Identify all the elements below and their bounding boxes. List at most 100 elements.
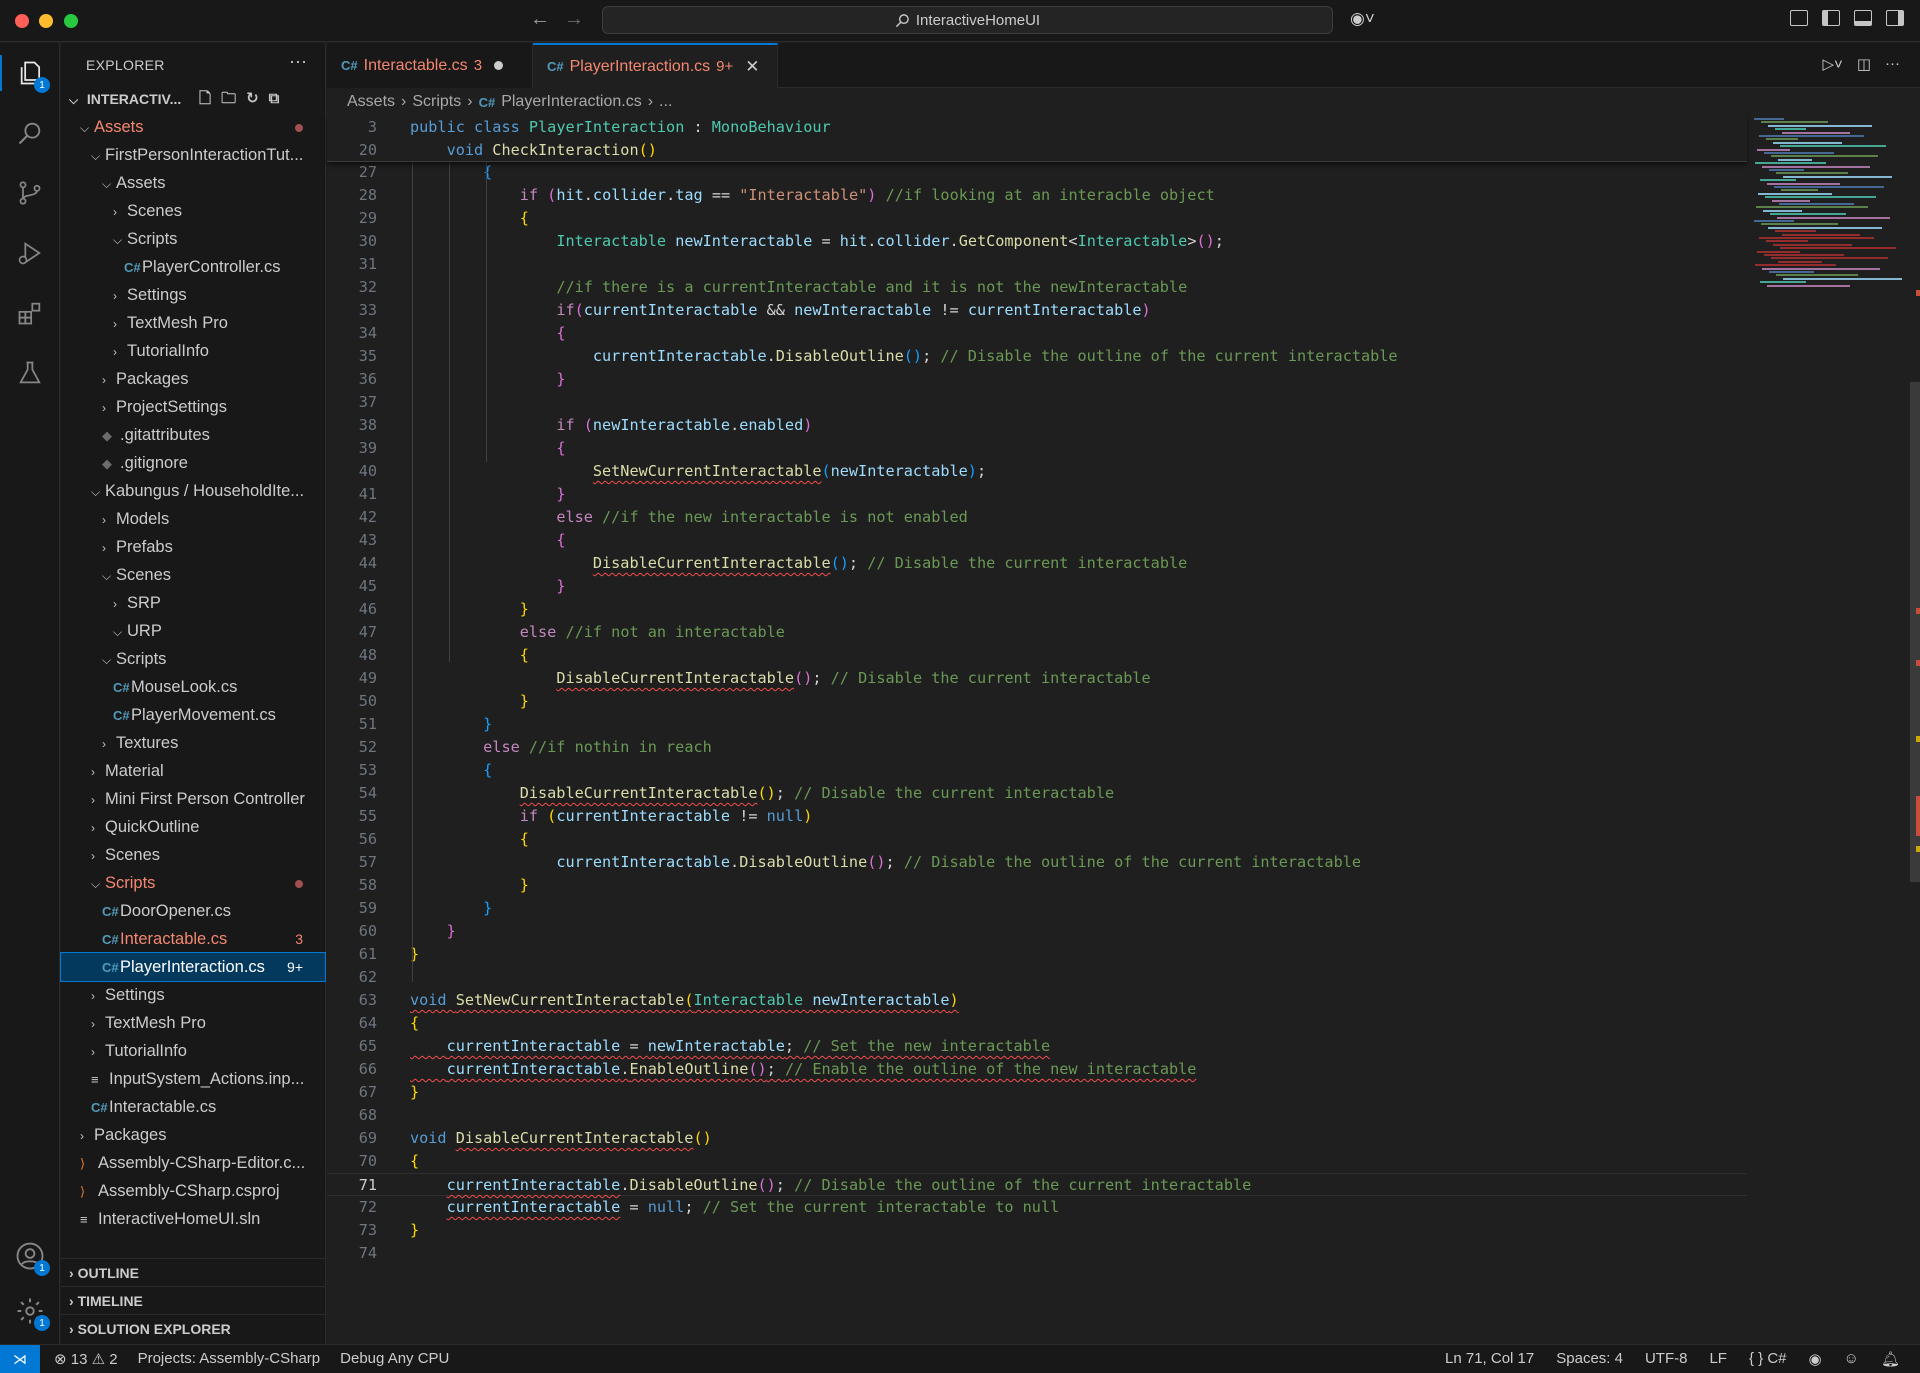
tree-item[interactable]: › Prefabs bbox=[61, 533, 325, 561]
code-line[interactable]: 35 currentInteractable.DisableOutline();… bbox=[327, 345, 1747, 368]
close-window-button[interactable] bbox=[15, 14, 29, 28]
code-line[interactable]: 33 if(currentInteractable && newInteract… bbox=[327, 299, 1747, 322]
tree-item[interactable]: › Packages bbox=[61, 1121, 325, 1149]
code-line[interactable]: 60 } bbox=[327, 920, 1747, 943]
code-line[interactable]: 52 else //if nothin in reach bbox=[327, 736, 1747, 759]
tree-item[interactable]: › Mini First Person Controller bbox=[61, 785, 325, 813]
testing-activity[interactable] bbox=[12, 355, 48, 391]
code-line[interactable]: 58 } bbox=[327, 874, 1747, 897]
code-line[interactable]: 27 { bbox=[327, 161, 1747, 184]
tree-item[interactable]: ⌵ Scripts bbox=[61, 225, 325, 253]
code-line[interactable]: 32 //if there is a currentInteractable a… bbox=[327, 276, 1747, 299]
toggle-panel-icon[interactable] bbox=[1854, 10, 1872, 26]
code-line[interactable]: 42 else //if the new interactable is not… bbox=[327, 506, 1747, 529]
tree-item[interactable]: ◆ .gitignore bbox=[61, 449, 325, 477]
toggle-primary-sidebar-icon[interactable] bbox=[1822, 10, 1840, 26]
tree-item[interactable]: ⟩ Assembly-CSharp.csproj bbox=[61, 1177, 325, 1205]
accounts-activity[interactable]: 1 bbox=[12, 1238, 50, 1276]
tree-item[interactable]: › TextMesh Pro bbox=[61, 309, 325, 337]
breadcrumb-item[interactable]: Scripts bbox=[412, 93, 461, 111]
solution-explorer-section[interactable]: › SOLUTION EXPLORER bbox=[61, 1314, 325, 1342]
code-line[interactable]: 56 { bbox=[327, 828, 1747, 851]
tree-item[interactable]: ⌵ Scripts bbox=[61, 645, 325, 673]
tree-item[interactable]: › TutorialInfo bbox=[61, 337, 325, 365]
code-line[interactable]: 62 bbox=[327, 966, 1747, 989]
minimap[interactable] bbox=[1748, 116, 1908, 1344]
breadcrumb-item[interactable]: PlayerInteraction.cs bbox=[501, 93, 642, 111]
indentation-status[interactable]: Spaces: 4 bbox=[1556, 1350, 1623, 1368]
code-line[interactable]: 44 DisableCurrentInteractable(); // Disa… bbox=[327, 552, 1747, 575]
notifications-bell-icon[interactable]: 🔔︎ bbox=[1881, 1350, 1900, 1368]
workspace-root[interactable]: ⌵ INTERACTIV... 🗋 🗀 ↻ ⧉ bbox=[61, 85, 325, 113]
code-line[interactable]: 70 { bbox=[327, 1150, 1747, 1173]
feedback-icon[interactable]: ☺ bbox=[1844, 1350, 1859, 1368]
run-debug-activity[interactable] bbox=[12, 235, 48, 271]
code-line[interactable]: 64 { bbox=[327, 1012, 1747, 1035]
code-line[interactable]: 69 void DisableCurrentInteractable() bbox=[327, 1127, 1747, 1150]
new-folder-icon[interactable]: 🗀 bbox=[221, 85, 236, 113]
code-line[interactable]: 55 if (currentInteractable != null) bbox=[327, 805, 1747, 828]
more-actions-icon[interactable]: ··· bbox=[289, 51, 307, 72]
tree-item[interactable]: C#Interactable.cs 3 bbox=[61, 925, 325, 953]
tab-playerinteraction-cs[interactable]: C# PlayerInteraction.cs 9+ ✕ bbox=[533, 43, 778, 88]
code-line[interactable]: 65 currentInteractable = newInteractable… bbox=[327, 1035, 1747, 1058]
tab-interactable-cs[interactable]: C# Interactable.cs 3 bbox=[327, 43, 533, 88]
tree-item[interactable]: › Material bbox=[61, 757, 325, 785]
run-icon[interactable]: ▷˅ bbox=[1823, 55, 1843, 73]
code-line[interactable]: 73} bbox=[327, 1219, 1747, 1242]
code-line[interactable]: 68 bbox=[327, 1104, 1747, 1127]
tree-item[interactable]: ⟩ Assembly-CSharp-Editor.c... bbox=[61, 1149, 325, 1177]
tree-item[interactable]: ≡ InputSystem_Actions.inp... bbox=[61, 1065, 325, 1093]
tree-item[interactable]: › SRP bbox=[61, 589, 325, 617]
tree-item[interactable]: C#MouseLook.cs bbox=[61, 673, 325, 701]
collapse-all-icon[interactable]: ⧉ bbox=[269, 85, 280, 113]
minimize-window-button[interactable] bbox=[39, 14, 53, 28]
zoom-window-button[interactable] bbox=[64, 14, 78, 28]
code-line[interactable]: 29 { bbox=[327, 207, 1747, 230]
copilot-icon[interactable]: ◉˅ bbox=[1350, 9, 1375, 29]
code-line[interactable]: 46 } bbox=[327, 598, 1747, 621]
problems-indicator[interactable]: ⊗ 13 ⚠ 2 bbox=[54, 1350, 118, 1368]
code-line[interactable]: 30 Interactable newInteractable = hit.co… bbox=[327, 230, 1747, 253]
eol-status[interactable]: LF bbox=[1709, 1350, 1727, 1368]
tree-item[interactable]: › Packages bbox=[61, 365, 325, 393]
timeline-section[interactable]: › TIMELINE bbox=[61, 1286, 325, 1314]
explorer-activity[interactable]: 1 bbox=[0, 55, 60, 93]
cursor-position[interactable]: Ln 71, Col 17 bbox=[1445, 1350, 1534, 1368]
tree-item[interactable]: C#DoorOpener.cs bbox=[61, 897, 325, 925]
code-line[interactable]: 39 { bbox=[327, 437, 1747, 460]
tree-item[interactable]: ≡ InteractiveHomeUI.sln bbox=[61, 1205, 325, 1233]
tree-item[interactable]: C#PlayerInteraction.cs 9+ bbox=[60, 952, 326, 982]
encoding-status[interactable]: UTF-8 bbox=[1645, 1350, 1688, 1368]
new-file-icon[interactable]: 🗋 bbox=[199, 85, 211, 113]
manage-activity[interactable]: 1 bbox=[12, 1293, 50, 1331]
code-line[interactable]: 51 } bbox=[327, 713, 1747, 736]
close-tab-icon[interactable]: ✕ bbox=[745, 57, 759, 77]
outline-section[interactable]: › OUTLINE bbox=[61, 1258, 325, 1286]
tree-item[interactable]: › Models bbox=[61, 505, 325, 533]
tree-item[interactable]: › TutorialInfo bbox=[61, 1037, 325, 1065]
code-line[interactable]: 57 currentInteractable.DisableOutline();… bbox=[327, 851, 1747, 874]
code-line[interactable]: 3 public class PlayerInteraction : MonoBe… bbox=[327, 116, 1747, 139]
tree-item[interactable]: ⌵ FirstPersonInteractionTut... bbox=[61, 141, 325, 169]
code-editor[interactable]: 3 public class PlayerInteraction : MonoBe… bbox=[327, 116, 1747, 1344]
remote-indicator-icon[interactable]: ⋊ bbox=[0, 1345, 40, 1373]
language-mode[interactable]: { } C# bbox=[1749, 1350, 1787, 1368]
code-line[interactable]: 67} bbox=[327, 1081, 1747, 1104]
code-line[interactable]: 63 void SetNewCurrentInteractable(Interac… bbox=[327, 989, 1747, 1012]
code-line[interactable]: 38 if (newInteractable.enabled) bbox=[327, 414, 1747, 437]
code-line[interactable]: 59 } bbox=[327, 897, 1747, 920]
code-line[interactable]: 41 } bbox=[327, 483, 1747, 506]
tree-item[interactable]: › QuickOutline bbox=[61, 813, 325, 841]
copilot-status-icon[interactable]: ◉ bbox=[1809, 1350, 1822, 1368]
tree-item[interactable]: › TextMesh Pro bbox=[61, 1009, 325, 1037]
code-line[interactable]: 28 if (hit.collider.tag == "Interactable… bbox=[327, 184, 1747, 207]
code-line[interactable]: 53 { bbox=[327, 759, 1747, 782]
split-editor-icon[interactable]: ◫ bbox=[1857, 55, 1871, 73]
vertical-scrollbar[interactable] bbox=[1908, 116, 1920, 1344]
breadcrumb-item[interactable]: ... bbox=[659, 93, 672, 111]
tree-item[interactable]: C#PlayerController.cs bbox=[61, 253, 325, 281]
tree-item[interactable]: › Scenes bbox=[61, 841, 325, 869]
code-line[interactable]: 34 { bbox=[327, 322, 1747, 345]
sticky-scroll[interactable]: 3 public class PlayerInteraction : MonoBe… bbox=[327, 116, 1747, 162]
